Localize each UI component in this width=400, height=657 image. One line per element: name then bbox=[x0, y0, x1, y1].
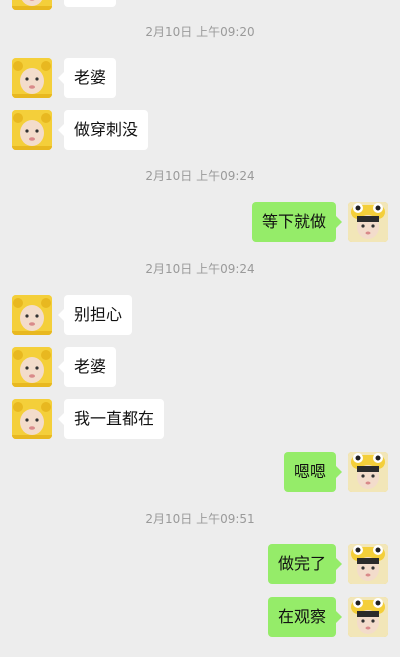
self-avatar[interactable] bbox=[348, 202, 388, 242]
message-bubble-partial[interactable] bbox=[64, 0, 116, 7]
message-bubble-outgoing[interactable]: 等下就做 bbox=[251, 202, 343, 242]
message-bubble-incoming[interactable]: 做穿刺没 bbox=[57, 110, 149, 150]
child-in-frog-hat-avatar-icon bbox=[348, 202, 388, 242]
chat-message-list[interactable]: 2月10日 上午09:20 老婆 做穿刺没 2月10日 上午09:24 等下就做… bbox=[0, 0, 400, 657]
message-timestamp: 2月10日 上午09:51 bbox=[145, 512, 255, 526]
baby-in-yellow-hood-avatar-icon bbox=[12, 295, 52, 335]
baby-in-yellow-hood-avatar-icon bbox=[12, 110, 52, 150]
baby-in-yellow-hood-avatar-icon bbox=[12, 399, 52, 439]
baby-in-yellow-hood-avatar-icon bbox=[12, 347, 52, 387]
contact-avatar[interactable] bbox=[12, 58, 52, 98]
self-avatar[interactable] bbox=[348, 544, 388, 584]
contact-avatar[interactable] bbox=[12, 110, 52, 150]
message-bubble-incoming[interactable]: 别担心 bbox=[57, 295, 133, 335]
contact-avatar-partial[interactable] bbox=[12, 0, 52, 10]
child-in-frog-hat-avatar-icon bbox=[348, 452, 388, 492]
baby-in-yellow-hood-avatar-icon bbox=[12, 58, 52, 98]
message-bubble-outgoing[interactable]: 在观察 bbox=[267, 597, 343, 637]
message-bubble-outgoing[interactable]: 做完了 bbox=[267, 544, 343, 584]
contact-avatar[interactable] bbox=[12, 399, 52, 439]
baby-in-yellow-hood-avatar-icon bbox=[12, 0, 52, 10]
message-bubble-outgoing[interactable]: 嗯嗯 bbox=[283, 452, 343, 492]
message-timestamp: 2月10日 上午09:20 bbox=[145, 25, 255, 39]
message-bubble-incoming[interactable]: 我一直都在 bbox=[57, 399, 165, 439]
message-timestamp: 2月10日 上午09:24 bbox=[145, 262, 255, 276]
child-in-frog-hat-avatar-icon bbox=[348, 544, 388, 584]
message-bubble-incoming[interactable]: 老婆 bbox=[57, 58, 117, 98]
message-timestamp: 2月10日 上午09:24 bbox=[145, 169, 255, 183]
child-in-frog-hat-avatar-icon bbox=[348, 597, 388, 637]
self-avatar[interactable] bbox=[348, 597, 388, 637]
message-bubble-incoming[interactable]: 老婆 bbox=[57, 347, 117, 387]
contact-avatar[interactable] bbox=[12, 295, 52, 335]
self-avatar[interactable] bbox=[348, 452, 388, 492]
contact-avatar[interactable] bbox=[12, 347, 52, 387]
